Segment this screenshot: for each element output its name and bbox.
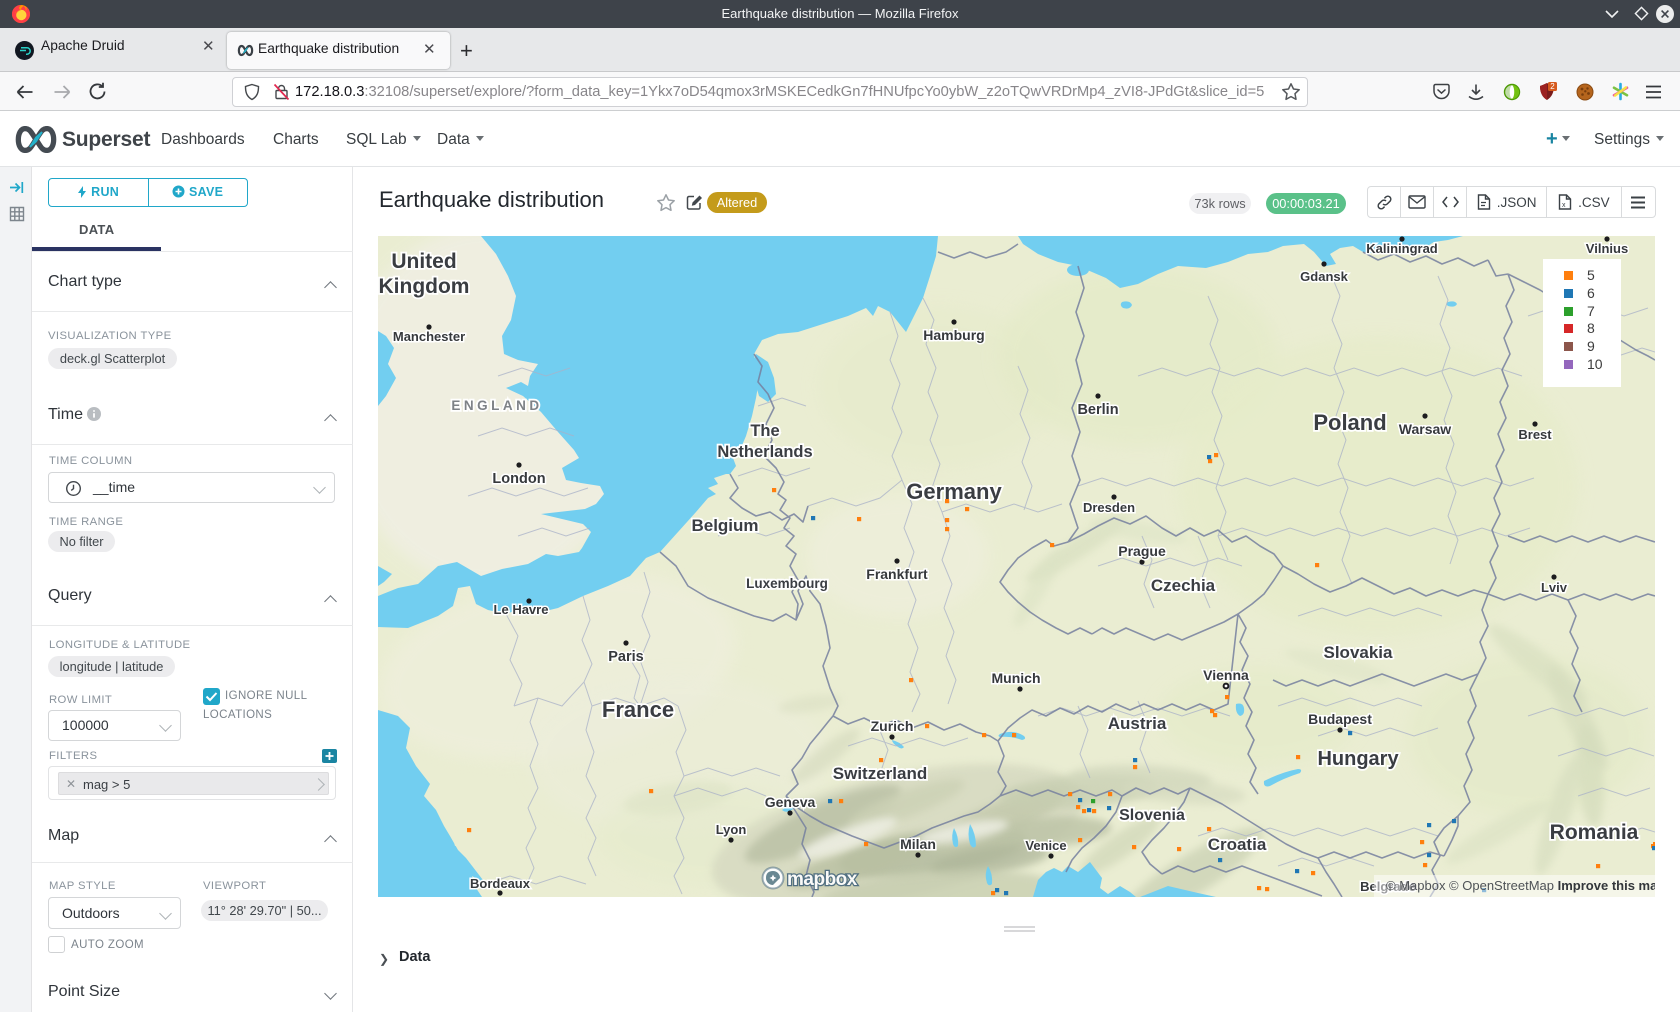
svg-text:Hamburg: Hamburg [923, 327, 984, 343]
svg-text:Bordeaux: Bordeaux [470, 876, 531, 891]
svg-text:Lviv: Lviv [1541, 580, 1568, 595]
svg-text:2: 2 [1550, 82, 1555, 91]
svg-text:7: 7 [1587, 303, 1595, 319]
svg-text:Luxembourg: Luxembourg [746, 576, 828, 591]
svg-text:Hungary: Hungary [1317, 748, 1399, 770]
svg-text:Croatia: Croatia [1208, 835, 1267, 854]
svg-text:Manchester: Manchester [393, 329, 465, 344]
svg-text:Vienna: Vienna [1203, 667, 1249, 683]
svg-text:x: x [1562, 202, 1566, 209]
svg-text:Geneva: Geneva [765, 794, 816, 810]
svg-text:Venice: Venice [1025, 838, 1066, 853]
svg-text:Berlin: Berlin [1077, 402, 1118, 418]
svg-text:Austria: Austria [1108, 714, 1167, 733]
svg-text:Vilnius: Vilnius [1586, 241, 1628, 256]
svg-text:Frankfurt: Frankfurt [866, 566, 928, 582]
svg-text:Gdansk: Gdansk [1300, 269, 1348, 284]
svg-text:The: The [750, 422, 779, 440]
svg-text:Milan: Milan [900, 836, 936, 852]
svg-text:10: 10 [1587, 356, 1603, 372]
svg-text:Le Havre: Le Havre [494, 602, 549, 617]
svg-text:Belgium: Belgium [691, 516, 758, 535]
svg-text:Prague: Prague [1118, 543, 1166, 559]
svg-text:France: France [602, 697, 674, 722]
svg-text:Dresden: Dresden [1083, 500, 1135, 515]
svg-text:Lyon: Lyon [716, 822, 747, 837]
svg-text:Czechia: Czechia [1151, 576, 1216, 595]
svg-text:9: 9 [1587, 338, 1595, 354]
svg-text:Warsaw: Warsaw [1399, 421, 1452, 437]
svg-text:Brest: Brest [1518, 427, 1552, 442]
svg-text:Munich: Munich [992, 670, 1041, 686]
svg-text:Romania: Romania [1550, 821, 1639, 844]
svg-text:6: 6 [1587, 285, 1595, 301]
svg-text:Netherlands: Netherlands [717, 443, 812, 461]
svg-text:Germany: Germany [906, 479, 1002, 504]
svg-text:Zurich: Zurich [871, 718, 914, 734]
svg-text:8: 8 [1587, 320, 1595, 336]
svg-text:London: London [492, 471, 545, 487]
svg-text:Paris: Paris [608, 649, 643, 665]
svg-text:Poland: Poland [1313, 410, 1386, 435]
svg-text:mapbox: mapbox [787, 869, 858, 890]
svg-text:Switzerland: Switzerland [833, 764, 927, 783]
svg-text:© Mapbox © OpenStreetMap Impro: © Mapbox © OpenStreetMap Improve this ma… [1386, 878, 1655, 893]
svg-text:Kingdom: Kingdom [379, 275, 470, 298]
svg-text:Slovenia: Slovenia [1119, 807, 1185, 824]
svg-text:United: United [391, 250, 456, 273]
svg-text:Kaliningrad: Kaliningrad [1366, 241, 1438, 256]
svg-text:ENGLAND: ENGLAND [451, 398, 542, 413]
svg-text:Budapest: Budapest [1308, 711, 1372, 727]
svg-text:5: 5 [1587, 267, 1595, 283]
svg-text:Slovakia: Slovakia [1324, 643, 1394, 662]
